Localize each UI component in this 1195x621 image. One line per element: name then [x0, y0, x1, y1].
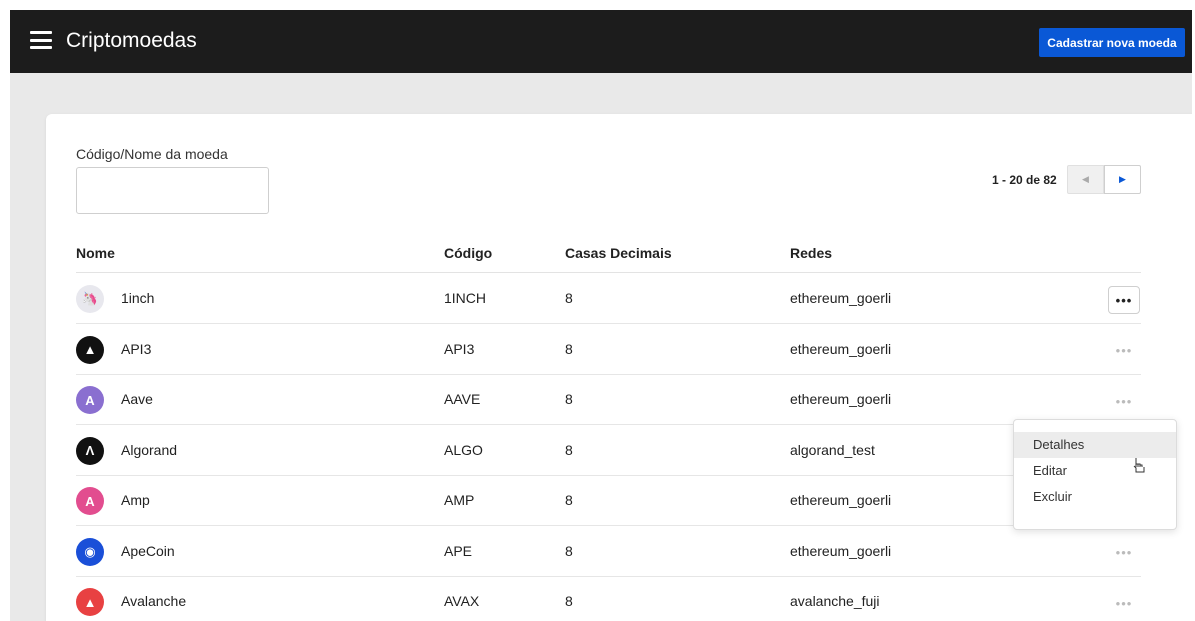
currency-list-card: Código/Nome da moeda 1 - 20 de 82 ◀ ▶ No…	[46, 114, 1192, 621]
menu-item-delete[interactable]: Excluir	[1014, 484, 1176, 510]
menu-item-edit[interactable]: Editar	[1014, 458, 1176, 484]
cell-network: ethereum_goerli	[790, 542, 892, 559]
cell-code: 1INCH	[444, 290, 487, 306]
cell-network: ethereum_goerli	[790, 290, 892, 306]
table-row[interactable]: ΛAlgorandALGO8algorand_test•••	[76, 426, 1141, 476]
app-window: Criptomoedas Cadastrar nova moeda Código…	[10, 10, 1192, 621]
table-row[interactable]: A Aave AAVE 8 ethereum_goerli •••	[76, 375, 1141, 425]
cell-code: APE	[444, 542, 473, 559]
filter-label: Código/Nome da moeda	[76, 146, 228, 162]
top-bar: Criptomoedas Cadastrar nova moeda	[10, 10, 1192, 73]
table-row[interactable]: ◉ ApeCoin APE 8 ethereum_goerli •••	[76, 527, 1141, 577]
header-divider	[76, 272, 1141, 273]
column-header-decimals: Casas Decimais	[565, 245, 672, 261]
cell-decimals: 8	[565, 391, 573, 407]
page-title: Criptomoedas	[66, 29, 197, 52]
table-row[interactable]: AAmpAMP8ethereum_goerli•••	[76, 476, 1141, 526]
1inch-logo-icon: 🦄	[76, 285, 104, 313]
hand-pointer-icon	[1133, 458, 1145, 473]
cell-name: Algorand	[121, 441, 178, 458]
row-more-button[interactable]: •••	[1108, 337, 1140, 365]
cell-decimals: 8	[565, 441, 573, 458]
cell-network: ethereum_goerli	[790, 391, 892, 407]
cell-code: AVAX	[444, 593, 480, 609]
cell-network: ethereum_goerli	[790, 492, 892, 508]
cell-name: ApeCoin	[121, 542, 175, 559]
cell-name: Aave	[121, 391, 153, 407]
row-more-button[interactable]: •••	[1108, 589, 1140, 617]
apecoin-logo-icon: ◉	[76, 537, 104, 566]
avalanche-logo-icon: ▲	[76, 588, 104, 616]
prev-page-button[interactable]: ◀	[1067, 165, 1104, 194]
row-more-button[interactable]: •••	[1108, 286, 1140, 314]
aave-logo-icon: A	[76, 386, 104, 414]
cell-name: API3	[121, 340, 152, 357]
cell-name: Amp	[121, 492, 150, 508]
cell-decimals: 8	[565, 492, 573, 508]
cell-name: 1inch	[121, 290, 155, 306]
row-actions-menu: Detalhes Editar Excluir	[1013, 419, 1177, 530]
cell-code: AMP	[444, 492, 475, 508]
row-more-button[interactable]: •••	[1108, 539, 1140, 567]
column-header-name: Nome	[76, 245, 115, 261]
hamburger-menu-icon[interactable]	[30, 31, 52, 49]
cell-network: ethereum_goerli	[790, 340, 892, 357]
algorand-logo-icon: Λ	[76, 436, 104, 465]
next-page-button[interactable]: ▶	[1104, 165, 1141, 194]
cell-network: algorand_test	[790, 441, 875, 458]
cell-decimals: 8	[565, 542, 573, 559]
cell-code: ALGO	[444, 441, 483, 458]
table-row[interactable]: ▲ API3 API3 8 ethereum_goerli •••	[76, 325, 1141, 375]
add-currency-button[interactable]: Cadastrar nova moeda	[1039, 28, 1185, 57]
cell-decimals: 8	[565, 340, 573, 357]
cell-network: avalanche_fuji	[790, 593, 880, 609]
chevron-left-icon: ◀	[1082, 174, 1089, 184]
table-row[interactable]: ▲ Avalanche AVAX 8 avalanche_fuji •••	[76, 577, 1141, 621]
cell-decimals: 8	[565, 290, 573, 306]
column-header-code: Código	[444, 245, 493, 261]
amp-logo-icon: A	[76, 487, 104, 515]
api3-logo-icon: ▲	[76, 335, 104, 364]
row-more-button[interactable]: •••	[1108, 387, 1140, 415]
chevron-right-icon: ▶	[1119, 174, 1126, 184]
currency-search-input[interactable]	[76, 167, 269, 214]
table-row[interactable]: 🦄 1inch 1INCH 8 ethereum_goerli •••	[76, 274, 1141, 324]
cell-code: AAVE	[444, 391, 481, 407]
pagination-range: 1 - 20 de 82	[992, 173, 1057, 187]
column-header-networks: Redes	[790, 245, 833, 261]
cell-decimals: 8	[565, 593, 573, 609]
cell-name: Avalanche	[121, 593, 187, 609]
menu-item-details[interactable]: Detalhes	[1014, 432, 1176, 458]
cell-code: API3	[444, 340, 475, 357]
